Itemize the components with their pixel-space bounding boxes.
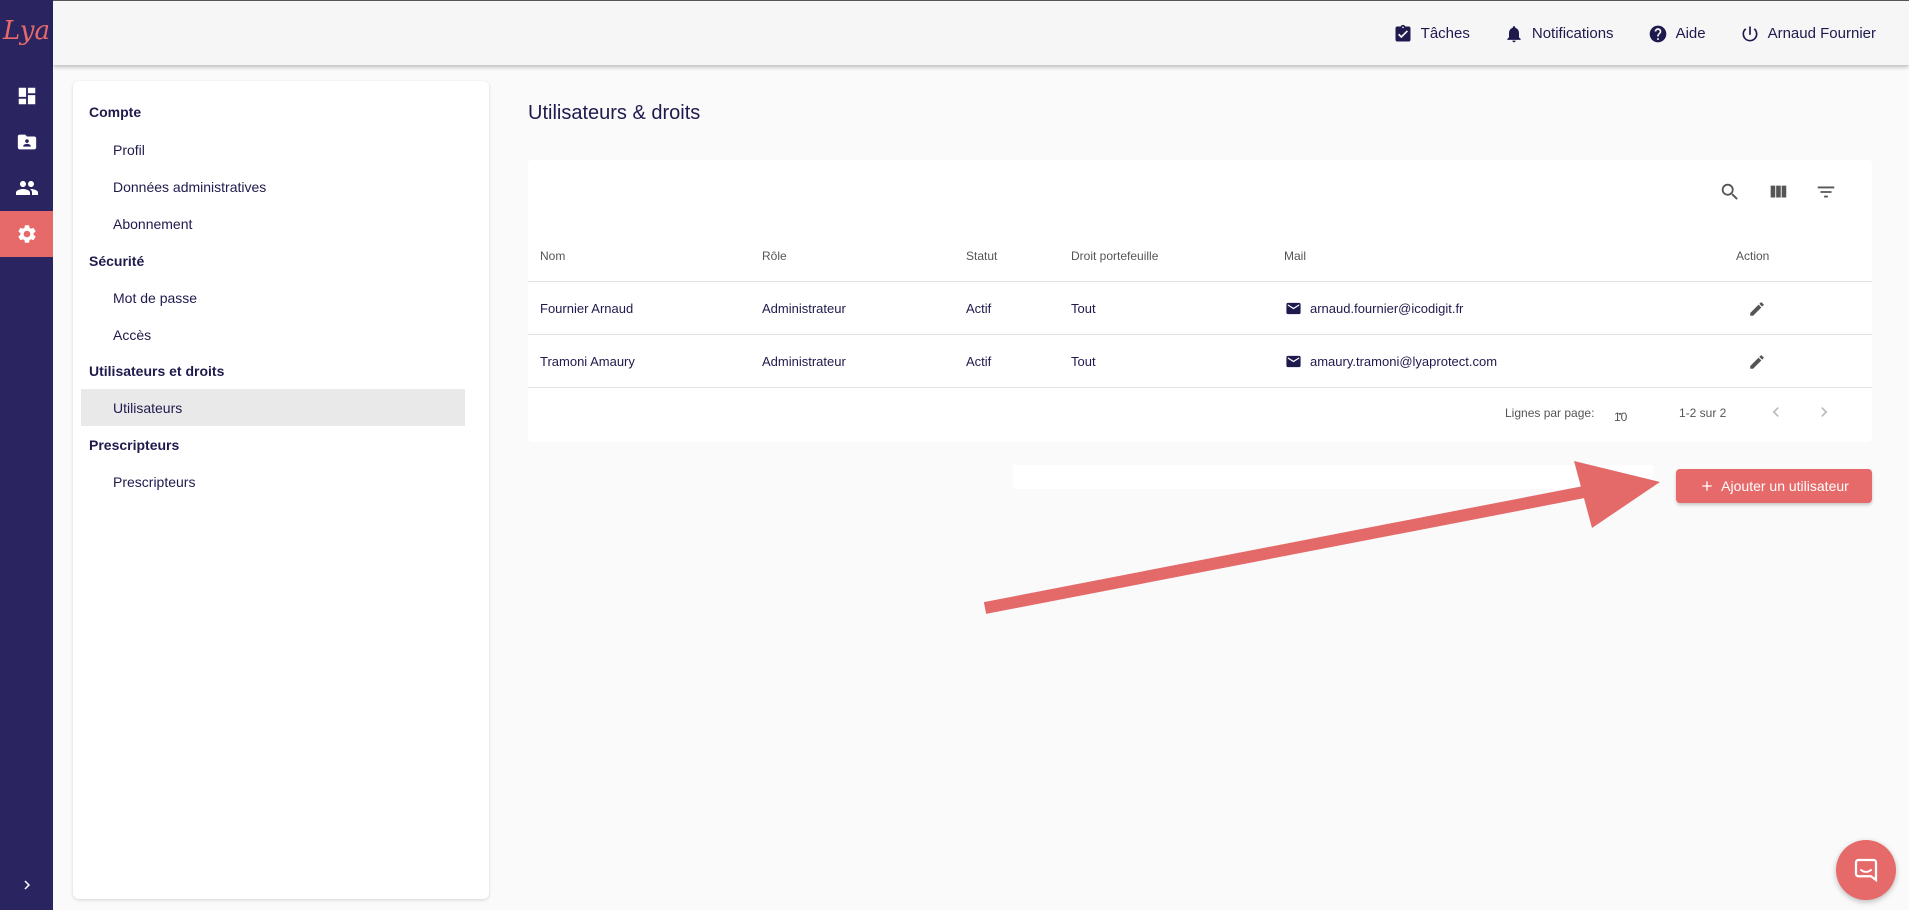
rows-per-page-select[interactable]: 10 bbox=[1614, 406, 1627, 424]
cell-role: Administrateur bbox=[762, 354, 846, 369]
sidebar-item-profil[interactable]: Profil bbox=[81, 131, 465, 168]
chat-button[interactable] bbox=[1836, 840, 1896, 900]
power-icon bbox=[1742, 26, 1758, 41]
table-row[interactable]: Fournier Arnaud Administrateur Actif Tou… bbox=[528, 282, 1872, 335]
top-actions: Tâches Notifications Aide Arnaud Fournie… bbox=[1393, 1, 1876, 66]
chevron-left-icon bbox=[1772, 407, 1779, 417]
user-name-label: Arnaud Fournier bbox=[1767, 25, 1876, 42]
tasks-label: Tâches bbox=[1420, 25, 1470, 42]
chat-icon bbox=[1854, 858, 1878, 883]
sidebar-item-mot-de-passe[interactable]: Mot de passe bbox=[81, 279, 465, 316]
cell-droit: Tout bbox=[1071, 301, 1096, 316]
sidebar-item-label: Abonnement bbox=[113, 215, 193, 232]
bell-icon bbox=[1507, 25, 1521, 42]
dashboard-icon bbox=[18, 87, 35, 105]
next-page-button[interactable] bbox=[1814, 402, 1834, 425]
cell-droit: Tout bbox=[1071, 354, 1096, 369]
cell-statut: Actif bbox=[966, 301, 992, 316]
chevron-right-icon bbox=[1821, 407, 1828, 417]
column-header-action: Action bbox=[1736, 249, 1770, 263]
sidebar-item-prescripteurs[interactable]: Prescripteurs bbox=[81, 463, 465, 500]
placeholder-bar bbox=[1013, 465, 1653, 489]
sidebar-item-label: Données administratives bbox=[113, 178, 267, 195]
people-icon bbox=[15, 181, 38, 195]
help-circle-icon bbox=[1649, 25, 1666, 42]
section-title-utilisateurs-droits: Utilisateurs et droits bbox=[89, 363, 225, 379]
notifications-button[interactable]: Notifications bbox=[1504, 24, 1614, 44]
tasks-button[interactable]: Tâches bbox=[1393, 24, 1470, 44]
sidebar-item-donnees-administratives[interactable]: Données administratives bbox=[81, 168, 465, 205]
page-range-label: 1-2 sur 2 bbox=[1679, 406, 1727, 420]
filter-list-icon bbox=[1817, 186, 1835, 198]
top-bar: Tâches Notifications Aide Arnaud Fournie… bbox=[53, 0, 1909, 65]
left-rail: Lya bbox=[0, 0, 53, 910]
column-header-role[interactable]: Rôle bbox=[762, 244, 787, 282]
rail-settings[interactable] bbox=[0, 211, 53, 257]
mail-icon bbox=[1286, 355, 1301, 368]
sidebar-item-label: Prescripteurs bbox=[113, 473, 196, 490]
table-header: Nom Rôle Statut Droit portefeuille Mail … bbox=[528, 244, 1872, 282]
rail-people[interactable] bbox=[0, 165, 53, 211]
columns-button[interactable] bbox=[1766, 180, 1790, 204]
gear-icon bbox=[17, 225, 36, 243]
cell-nom: Tramoni Amaury bbox=[540, 354, 635, 369]
app-logo[interactable]: Lya bbox=[0, 6, 53, 56]
users-table-card: Nom Rôle Statut Droit portefeuille Mail … bbox=[528, 160, 1872, 442]
section-title-securite: Sécurité bbox=[89, 253, 145, 269]
mail-address: amaury.tramoni@lyaprotect.com bbox=[1310, 354, 1498, 369]
sidebar-item-label: Mot de passe bbox=[113, 289, 198, 306]
rail-dashboard[interactable] bbox=[0, 73, 53, 119]
pencil-icon bbox=[1750, 354, 1764, 369]
add-user-button[interactable]: Ajouter un utilisateur bbox=[1676, 469, 1872, 503]
rows-per-page-value: 10 bbox=[1614, 410, 1628, 424]
search-icon bbox=[1721, 183, 1738, 200]
edit-button[interactable] bbox=[1748, 335, 1766, 388]
cell-nom: Fournier Arnaud bbox=[540, 301, 634, 316]
table-row[interactable]: Tramoni Amaury Administrateur Actif Tout… bbox=[528, 335, 1872, 388]
section-title-prescripteurs: Prescripteurs bbox=[89, 437, 180, 453]
section-title-compte: Compte bbox=[89, 104, 142, 120]
cell-statut: Actif bbox=[966, 354, 992, 369]
search-button[interactable] bbox=[1718, 180, 1742, 204]
cell-mail: amaury.tramoni@lyaprotect.com bbox=[1285, 335, 1497, 388]
table-toolbar bbox=[1718, 180, 1838, 204]
sidebar-item-utilisateurs[interactable]: Utilisateurs bbox=[81, 389, 465, 426]
help-button[interactable]: Aide bbox=[1648, 24, 1706, 44]
column-header-nom[interactable]: Nom bbox=[540, 244, 565, 282]
app-logo-text: Lya bbox=[3, 16, 50, 46]
sidebar-item-label: Profil bbox=[113, 141, 145, 158]
plus-icon bbox=[1702, 481, 1712, 491]
view-column-icon bbox=[1770, 185, 1787, 198]
cell-role: Administrateur bbox=[762, 301, 846, 316]
task-check-icon bbox=[1395, 24, 1411, 41]
mail-icon bbox=[1286, 302, 1301, 315]
column-header-droit-portefeuille[interactable]: Droit portefeuille bbox=[1071, 244, 1158, 282]
column-header-mail[interactable]: Mail bbox=[1284, 244, 1306, 282]
pagination: Lignes par page: 10 1-2 sur 2 bbox=[528, 402, 1872, 426]
sidebar-item-abonnement[interactable]: Abonnement bbox=[81, 205, 465, 242]
sidebar-item-acces[interactable]: Accès bbox=[81, 316, 465, 353]
help-label: Aide bbox=[1675, 25, 1706, 42]
user-menu-button[interactable]: Arnaud Fournier bbox=[1740, 24, 1876, 44]
settings-sidebar: Compte Profil Données administratives Ab… bbox=[73, 81, 489, 899]
edit-button[interactable] bbox=[1748, 282, 1766, 335]
column-header-statut[interactable]: Statut bbox=[966, 244, 997, 282]
add-user-label: Ajouter un utilisateur bbox=[1721, 478, 1849, 494]
sidebar-item-label: Accès bbox=[113, 326, 152, 343]
cell-mail: arnaud.fournier@icodigit.fr bbox=[1285, 282, 1463, 335]
pencil-icon bbox=[1750, 301, 1764, 316]
rail-files[interactable] bbox=[0, 119, 53, 165]
filter-button[interactable] bbox=[1814, 180, 1838, 204]
previous-page-button[interactable] bbox=[1766, 402, 1786, 425]
rows-per-page-label: Lignes par page: bbox=[1505, 406, 1595, 420]
chevron-right-icon bbox=[23, 880, 30, 890]
page-title: Utilisateurs & droits bbox=[528, 102, 701, 124]
mail-address: arnaud.fournier@icodigit.fr bbox=[1310, 301, 1464, 316]
notifications-label: Notifications bbox=[1531, 25, 1614, 42]
folder-user-icon bbox=[17, 134, 36, 150]
rail-expand-button[interactable] bbox=[0, 870, 53, 900]
sidebar-item-label: Utilisateurs bbox=[113, 399, 183, 416]
